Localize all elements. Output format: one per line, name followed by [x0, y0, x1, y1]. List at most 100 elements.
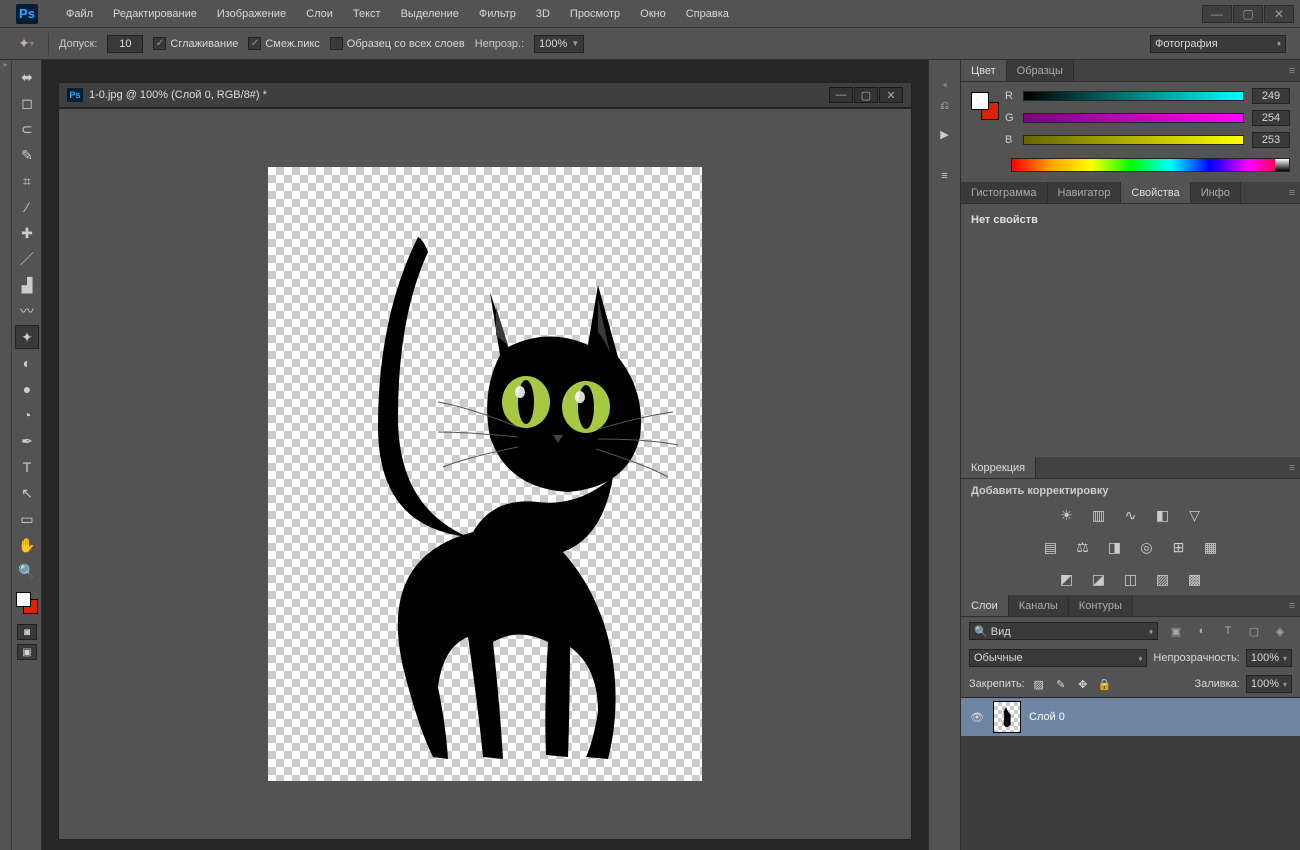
color-mini-swatch[interactable] — [971, 92, 999, 120]
menu-3d[interactable]: 3D — [526, 0, 560, 28]
crop-tool[interactable]: ⌗ — [15, 169, 39, 193]
menu-view[interactable]: Просмотр — [560, 0, 630, 28]
brush-tool[interactable]: ／ — [15, 247, 39, 271]
menu-help[interactable]: Справка — [676, 0, 739, 28]
mixer-icon[interactable]: ⊞ — [1169, 537, 1189, 557]
b-value[interactable]: 253 — [1252, 132, 1290, 148]
r-value[interactable]: 249 — [1252, 88, 1290, 104]
lock-transparency-icon[interactable]: ▨ — [1031, 676, 1047, 692]
threshold-icon[interactable]: ◫ — [1121, 569, 1141, 589]
layer-opacity-input[interactable]: 100%▾ — [1246, 649, 1292, 667]
exposure-icon[interactable]: ◧ — [1153, 505, 1173, 525]
menu-window[interactable]: Окно — [630, 0, 676, 28]
g-value[interactable]: 254 — [1252, 110, 1290, 126]
filter-type-icon[interactable]: T — [1220, 623, 1236, 639]
collapse-handle[interactable]: ▸ — [0, 60, 12, 850]
dodge-tool[interactable]: ◔ — [15, 403, 39, 427]
doc-close-button[interactable]: ✕ — [879, 87, 903, 103]
menu-file[interactable]: Файл — [56, 0, 103, 28]
menu-select[interactable]: Выделение — [391, 0, 469, 28]
tab-color[interactable]: Цвет — [961, 60, 1007, 81]
filter-shape-icon[interactable]: ▢ — [1246, 623, 1262, 639]
tab-swatches[interactable]: Образцы — [1007, 60, 1074, 81]
paragraph-icon[interactable]: ≡ — [934, 165, 956, 187]
panel-menu-icon[interactable]: ≡ — [1284, 182, 1300, 203]
lock-paint-icon[interactable]: ✎ — [1053, 676, 1069, 692]
tab-navigator[interactable]: Навигатор — [1048, 182, 1122, 203]
menu-layers[interactable]: Слои — [296, 0, 343, 28]
balance-icon[interactable]: ⚖ — [1073, 537, 1093, 557]
move-tool[interactable]: ⬌ — [15, 65, 39, 89]
shape-tool[interactable]: ▭ — [15, 507, 39, 531]
quick-select-tool[interactable]: ✎ — [15, 143, 39, 167]
type-tool[interactable]: T — [15, 455, 39, 479]
tab-properties[interactable]: Свойства — [1121, 182, 1190, 203]
zoom-tool[interactable]: 🔍 — [15, 559, 39, 583]
lasso-tool[interactable]: ⊂ — [15, 117, 39, 141]
filter-adjust-icon[interactable]: ◐ — [1194, 623, 1210, 639]
vibrance-icon[interactable]: ▽ — [1185, 505, 1205, 525]
all-layers-checkbox[interactable]: Образец со всех слоев — [330, 37, 465, 50]
tab-paths[interactable]: Контуры — [1069, 595, 1133, 616]
posterize-icon[interactable]: ◪ — [1089, 569, 1109, 589]
tolerance-input[interactable]: 10 — [107, 35, 143, 53]
quick-mask-button[interactable]: ◙ — [17, 624, 37, 640]
menu-edit[interactable]: Редактирование — [103, 0, 207, 28]
eyedropper-tool[interactable]: ⁄ — [15, 195, 39, 219]
panel-menu-icon[interactable]: ≡ — [1284, 457, 1300, 478]
hue-icon[interactable]: ▤ — [1041, 537, 1061, 557]
filter-smart-icon[interactable]: ◈ — [1272, 623, 1288, 639]
maximize-button[interactable]: ▢ — [1233, 5, 1263, 23]
photo-filter-icon[interactable]: ◎ — [1137, 537, 1157, 557]
workspace-dropdown[interactable]: Фотография♦ — [1150, 35, 1286, 53]
opacity-dropdown[interactable]: 100%▼ — [534, 35, 584, 53]
menu-image[interactable]: Изображение — [207, 0, 296, 28]
close-button[interactable]: ✕ — [1264, 5, 1294, 23]
lookup-icon[interactable]: ▦ — [1201, 537, 1221, 557]
tab-channels[interactable]: Каналы — [1009, 595, 1069, 616]
history-icon[interactable]: ⎌ — [934, 95, 956, 117]
tab-adjustments[interactable]: Коррекция — [961, 457, 1036, 478]
magic-wand-tool[interactable]: ✦ — [15, 325, 39, 349]
minimize-button[interactable]: — — [1202, 5, 1232, 23]
spectrum-bar[interactable] — [1011, 158, 1290, 172]
bw-icon[interactable]: ◨ — [1105, 537, 1125, 557]
b-slider[interactable] — [1023, 135, 1244, 145]
visibility-icon[interactable]: 👁 — [969, 711, 985, 724]
layer-name[interactable]: Слой 0 — [1029, 711, 1065, 723]
doc-minimize-button[interactable]: — — [829, 87, 853, 103]
canvas-viewport[interactable] — [58, 108, 912, 840]
fill-input[interactable]: 100%▾ — [1246, 675, 1292, 693]
anti-alias-checkbox[interactable]: ✓ Сглаживание — [153, 37, 238, 50]
canvas-content[interactable] — [268, 167, 702, 781]
tab-info[interactable]: Инфо — [1191, 182, 1241, 203]
g-slider[interactable] — [1023, 113, 1244, 123]
blur-tool[interactable]: ● — [15, 377, 39, 401]
blend-mode-dropdown[interactable]: Обычные♦ — [969, 649, 1147, 667]
marquee-tool[interactable]: ◻ — [15, 91, 39, 115]
heal-tool[interactable]: ✚ — [15, 221, 39, 245]
lock-all-icon[interactable]: 🔒 — [1097, 676, 1113, 692]
actions-icon[interactable]: ▶ — [934, 123, 956, 145]
filter-pixel-icon[interactable]: ▣ — [1168, 623, 1184, 639]
hand-tool[interactable]: ✋ — [15, 533, 39, 557]
brightness-icon[interactable]: ☀ — [1057, 505, 1077, 525]
color-swatch[interactable] — [16, 592, 38, 614]
tab-layers[interactable]: Слои — [961, 595, 1009, 616]
history-brush-tool[interactable]: 〰 — [15, 299, 39, 323]
magic-wand-icon[interactable]: ✦▾ — [14, 32, 38, 56]
foreground-swatch[interactable] — [16, 592, 31, 607]
menu-text[interactable]: Текст — [343, 0, 391, 28]
panel-menu-icon[interactable]: ≡ — [1284, 60, 1300, 81]
gradient-map-icon[interactable]: ▨ — [1153, 569, 1173, 589]
gradient-tool[interactable]: ◐ — [15, 351, 39, 375]
pen-tool[interactable]: ✒ — [15, 429, 39, 453]
r-slider[interactable] — [1023, 91, 1244, 101]
contiguous-checkbox[interactable]: ✓ Смеж.пикс — [248, 37, 319, 50]
tab-histogram[interactable]: Гистограмма — [961, 182, 1048, 203]
screen-mode-button[interactable]: ▣ — [17, 644, 37, 660]
levels-icon[interactable]: ▥ — [1089, 505, 1109, 525]
layer-thumbnail[interactable] — [993, 701, 1021, 733]
layer-filter-dropdown[interactable]: 🔍 Вид♦ — [969, 622, 1158, 640]
lock-position-icon[interactable]: ✥ — [1075, 676, 1091, 692]
